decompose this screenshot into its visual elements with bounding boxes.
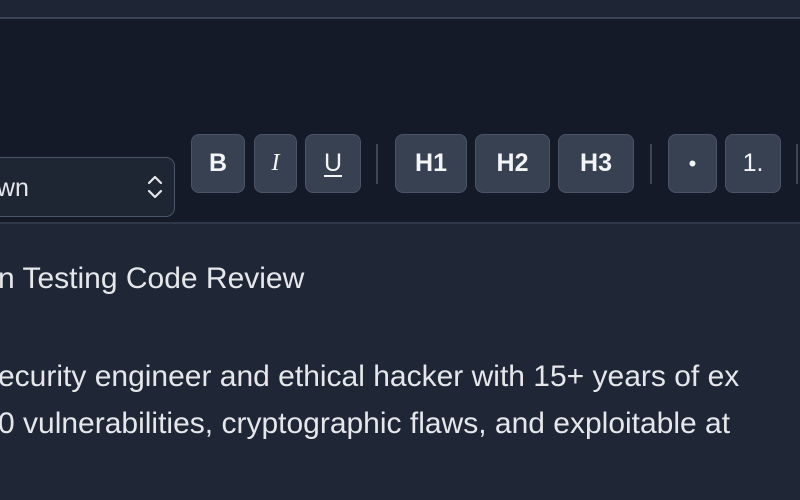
document-paragraph-line: 0 vulnerabilities, cryptographic flaws, …	[0, 407, 731, 440]
italic-button[interactable]: I	[254, 134, 297, 193]
underline-button[interactable]: U	[305, 134, 361, 193]
bold-button[interactable]: B	[191, 134, 245, 193]
heading-3-button[interactable]: H3	[558, 134, 634, 193]
block-format-value: own	[0, 174, 29, 202]
heading-1-button[interactable]: H1	[395, 134, 467, 193]
numbered-list-button[interactable]: 1.	[725, 134, 781, 193]
heading-2-button[interactable]: H2	[475, 134, 550, 193]
title-bar-strip	[0, 0, 800, 19]
editor-window: own B I U H1 H2 H3 • 1. n Testing Code R…	[0, 0, 800, 500]
document-title: n Testing Code Review	[0, 262, 305, 295]
toolbar-divider	[376, 144, 378, 184]
block-format-select[interactable]: own	[0, 157, 175, 217]
formatting-toolbar: own	[0, 19, 800, 224]
underline-label: U	[323, 149, 343, 177]
toolbar-divider	[796, 144, 798, 184]
chevron-up-down-icon	[147, 175, 163, 199]
toolbar-divider	[650, 144, 652, 184]
document-paragraph-line: ecurity engineer and ethical hacker with…	[0, 360, 740, 393]
bullet-list-button[interactable]: •	[668, 134, 717, 193]
